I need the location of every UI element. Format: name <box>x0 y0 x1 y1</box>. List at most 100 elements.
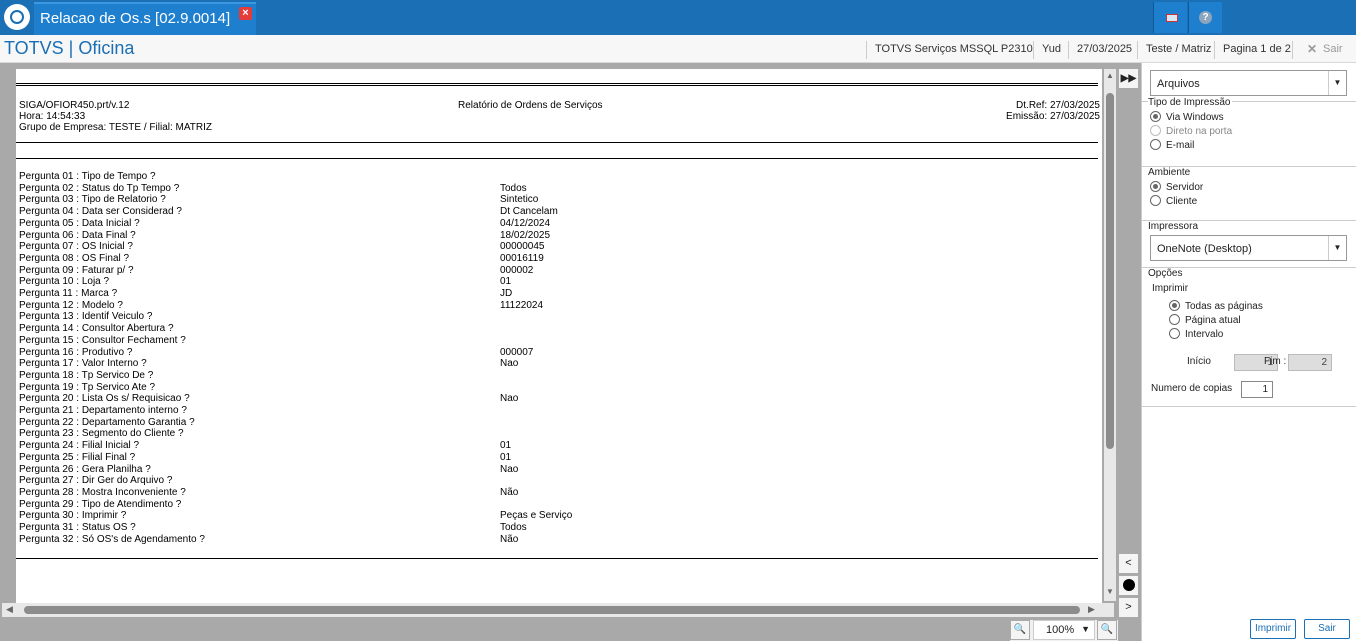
copies-label: Numero de copias <box>1151 383 1233 394</box>
question-answer: 00016119 <box>500 252 544 264</box>
question-answer: Nao <box>500 463 519 475</box>
toggle-panel-button[interactable]: ▶▶ <box>1118 68 1139 89</box>
print-label: Imprimir <box>1152 283 1189 294</box>
printer-select[interactable]: OneNote (Desktop) ▼ <box>1150 235 1347 261</box>
question-label: Pergunta 26 : Gera Planilha ? <box>19 463 151 475</box>
zoom-select[interactable]: 100% ▼ <box>1033 620 1095 640</box>
zoom-out-button[interactable]: 🔍 <box>1010 620 1030 640</box>
question-label: Pergunta 15 : Consultor Fechament ? <box>19 334 186 346</box>
report-bottom-rule <box>16 558 1098 559</box>
question-label: Pergunta 11 : Marca ? <box>19 288 118 299</box>
question-answer: Todos <box>500 182 527 194</box>
question-label: Pergunta 25 : Filial Final ? <box>19 451 136 463</box>
output-select[interactable]: Arquivos ▼ <box>1150 70 1347 96</box>
end-page-input[interactable]: 2 <box>1288 354 1332 371</box>
question-label: Pergunta 08 : OS Final ? <box>19 252 130 264</box>
question-answer: JD <box>500 288 513 299</box>
question-answer: 01 <box>500 451 512 463</box>
radio-icon <box>1169 314 1180 325</box>
radio-email[interactable]: E-mail <box>1150 139 1194 151</box>
user-label: Yud <box>1033 41 1069 59</box>
question-answer: 04/12/2024 <box>500 217 551 229</box>
report-page: SIGA/OFIOR450.prt/v.12 Hora: 14:54:33 Gr… <box>16 69 1102 605</box>
scroll-right-icon[interactable]: ▶ <box>1088 604 1095 615</box>
chevron-down-icon: ▼ <box>1328 236 1346 260</box>
horizontal-scrollbar[interactable]: ◀ ▶ <box>2 603 1114 617</box>
app-logo-icon[interactable] <box>4 4 30 30</box>
question-answer: 000007 <box>500 346 534 358</box>
vertical-scrollbar[interactable]: ▲ ▼ <box>1104 69 1116 601</box>
close-tab-icon[interactable]: × <box>239 7 252 20</box>
question-answer: 01 <box>500 276 512 288</box>
report-header-rule-2 <box>16 158 1098 159</box>
print-options-panel: Arquivos ▼ Tipo de Impressão Via Windows… <box>1141 63 1356 641</box>
question-answer: Todos <box>500 522 527 533</box>
radio-icon <box>1169 328 1180 339</box>
help-button[interactable]: ? <box>1188 2 1222 33</box>
date-label: 27/03/2025 <box>1068 41 1140 59</box>
question-answer: Sintetico <box>500 194 539 206</box>
report-dt-ref: Dt.Ref: 27/03/2025 <box>1016 100 1100 111</box>
environment-label: TOTVS Serviços MSSQL P2310 <box>866 41 1041 59</box>
question-label: Pergunta 28 : Mostra Inconveniente ? <box>19 486 186 498</box>
question-label: Pergunta 19 : Tp Servico Ate ? <box>19 381 156 393</box>
help-icon: ? <box>1199 11 1212 24</box>
question-answer: 00000045 <box>500 241 545 253</box>
horizontal-scroll-thumb[interactable] <box>24 606 1080 614</box>
question-label: Pergunta 24 : Filial Inicial ? <box>19 440 140 452</box>
report-top-rule <box>16 83 1098 84</box>
question-label: Pergunta 32 : Só OS's de Agendamento ? <box>19 533 205 545</box>
question-label: Pergunta 21 : Departamento interno ? <box>19 405 187 416</box>
radio-selected-icon <box>1150 181 1161 192</box>
report-program: SIGA/OFIOR450.prt/v.12 <box>19 100 130 111</box>
options-title: Opções <box>1148 268 1183 279</box>
radio-interval[interactable]: Intervalo <box>1169 328 1223 340</box>
chevron-down-icon: ▼ <box>1081 624 1090 634</box>
scroll-down-icon[interactable]: ▼ <box>1105 587 1115 597</box>
exit-button[interactable]: Sair <box>1304 619 1350 639</box>
question-label: Pergunta 30 : Imprimir ? <box>19 510 127 522</box>
end-label: Fim : <box>1264 356 1287 367</box>
question-label: Pergunta 01 : Tipo de Tempo ? <box>19 171 156 182</box>
question-answer: Não <box>500 486 519 498</box>
exit-header-button[interactable]: ✕ Sair <box>1292 41 1343 59</box>
question-label: Pergunta 16 : Produtivo ? <box>19 346 133 358</box>
question-label: Pergunta 12 : Modelo ? <box>19 299 123 311</box>
question-label: Pergunta 27 : Dir Ger do Arquivo ? <box>19 475 173 487</box>
vertical-scroll-thumb[interactable] <box>1106 93 1114 449</box>
question-label: Pergunta 17 : Valor Interno ? <box>19 358 147 370</box>
radio-client[interactable]: Cliente <box>1150 195 1197 207</box>
current-page-button[interactable] <box>1118 575 1139 596</box>
print-button[interactable]: Imprimir <box>1250 619 1296 639</box>
report-title: Relatório de Ordens de Serviços <box>458 100 603 111</box>
radio-current-page[interactable]: Página atual <box>1169 314 1241 326</box>
radio-via-windows[interactable]: Via Windows <box>1150 111 1224 123</box>
radio-direct-port[interactable]: Direto na porta <box>1150 125 1232 137</box>
radio-selected-icon <box>1150 111 1161 122</box>
radio-all-pages[interactable]: Todas as páginas <box>1169 300 1263 312</box>
print-preview-area: SIGA/OFIOR450.prt/v.12 Hora: 14:54:33 Gr… <box>0 63 1141 641</box>
question-answer: Nao <box>500 393 519 405</box>
close-icon: ✕ <box>1307 42 1318 56</box>
question-label: Pergunta 22 : Departamento Garantia ? <box>19 416 195 428</box>
question-label: Pergunta 14 : Consultor Abertura ? <box>19 323 174 335</box>
mail-button[interactable] <box>1153 2 1187 33</box>
start-label: Início <box>1187 356 1211 367</box>
question-answer: 11122024 <box>500 299 544 311</box>
copies-input[interactable]: 1 <box>1241 381 1273 398</box>
question-label: Pergunta 13 : Identif Veiculo ? <box>19 311 153 323</box>
question-answer: Não <box>500 533 519 545</box>
question-answer: Peças e Serviço <box>500 510 573 522</box>
scroll-left-icon[interactable]: ◀ <box>6 604 13 615</box>
previous-page-button[interactable]: < <box>1118 553 1139 574</box>
report-time: Hora: 14:54:33 <box>19 111 86 122</box>
question-label: Pergunta 02 : Status do Tp Tempo ? <box>19 182 180 194</box>
radio-server[interactable]: Servidor <box>1150 181 1203 193</box>
scroll-up-icon[interactable]: ▲ <box>1105 71 1115 81</box>
tab-report[interactable]: Relacao de Os.s [02.9.0014] <box>34 2 256 35</box>
environment-title: Ambiente <box>1148 167 1191 178</box>
zoom-in-button[interactable]: 🔍 <box>1097 620 1117 640</box>
question-answer: 18/02/2025 <box>500 229 551 241</box>
question-label: Pergunta 20 : Lista Os s/ Requisicao ? <box>19 393 190 405</box>
next-page-button[interactable]: > <box>1118 597 1139 618</box>
